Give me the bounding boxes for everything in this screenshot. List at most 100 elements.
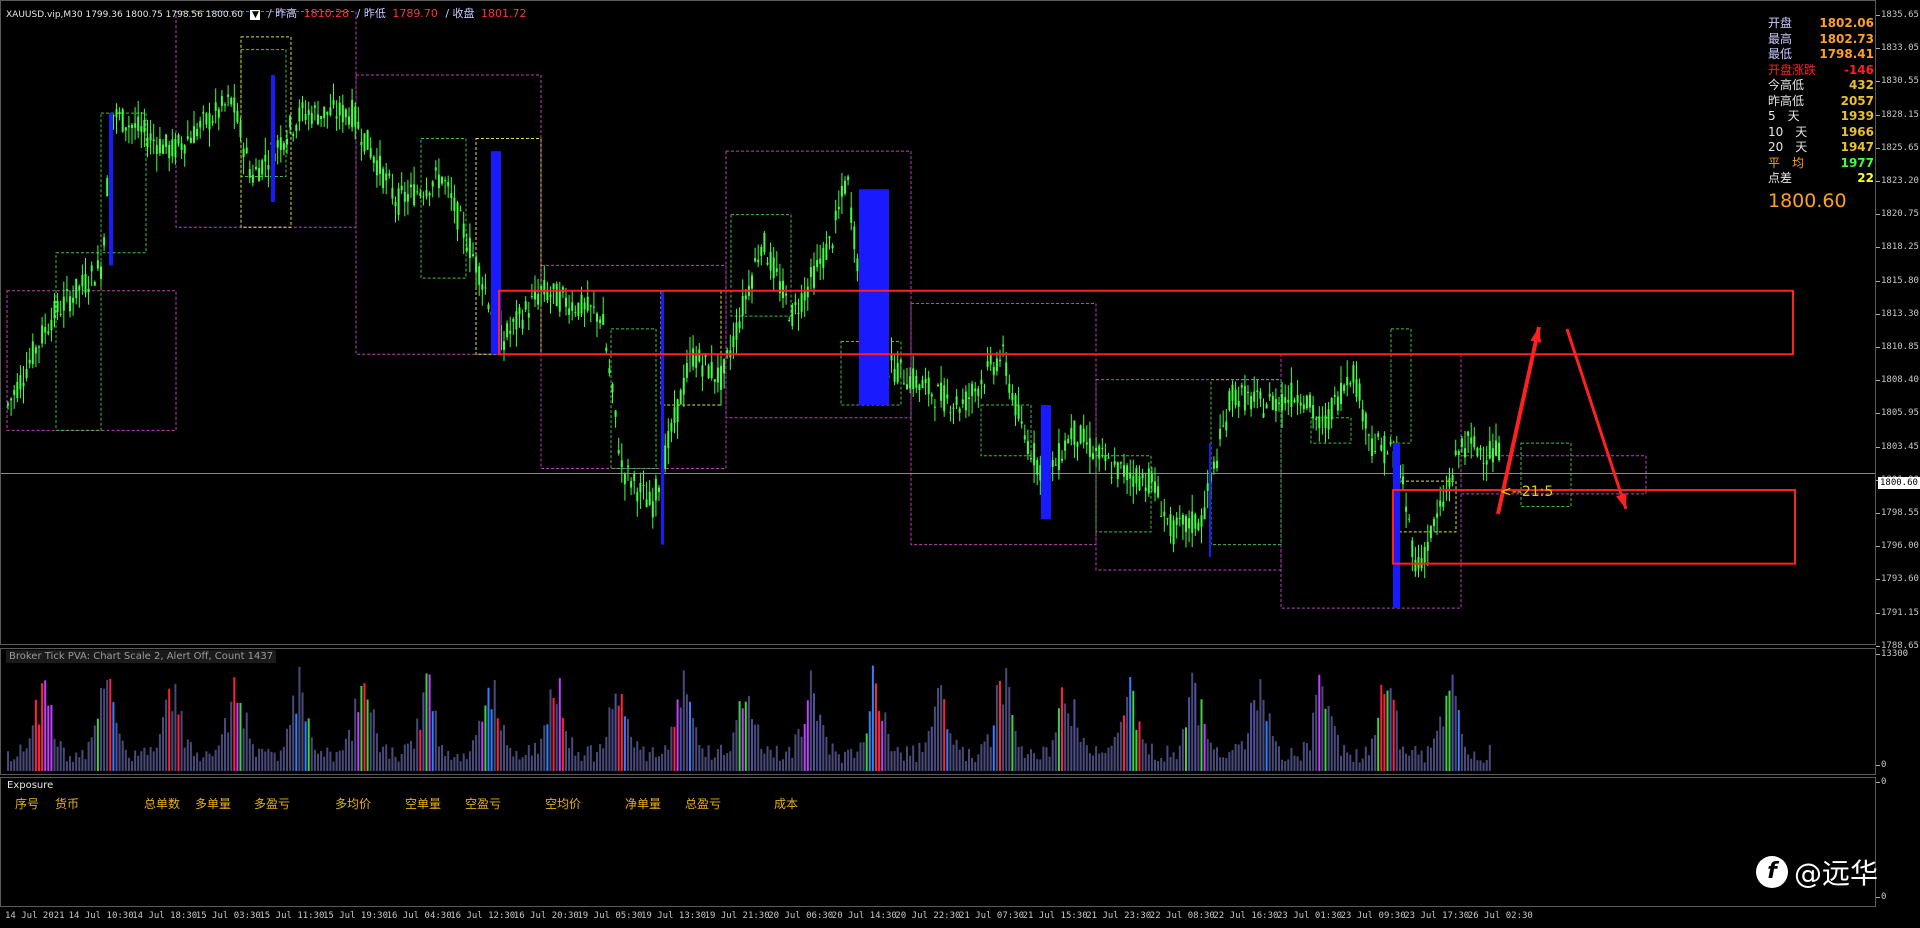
volume-bar: [1225, 758, 1228, 771]
candle-body: [220, 96, 223, 106]
candle-body: [1197, 522, 1200, 531]
volume-bar: [906, 746, 908, 771]
candle-body: [906, 384, 908, 390]
candle-body: [441, 177, 443, 184]
volume-bar: [937, 687, 939, 771]
candle-body: [106, 178, 109, 197]
volume-bar: [84, 759, 87, 771]
volume-bar: [1330, 716, 1333, 771]
volume-bar: [1256, 710, 1259, 771]
volume-bar: [902, 760, 905, 771]
candle-body: [1464, 448, 1466, 458]
candle-body: [1030, 458, 1032, 460]
session-box: [980, 404, 1032, 457]
candle-body: [1240, 385, 1243, 388]
candle-body: [400, 185, 403, 191]
candle-body: [38, 346, 40, 348]
exposure-axis[interactable]: 0 0: [1875, 777, 1920, 907]
candle-body: [332, 100, 335, 105]
volume-bar: [952, 744, 955, 771]
candle-body: [1271, 395, 1274, 410]
candle-body: [1082, 428, 1085, 443]
volume-bar: [1476, 760, 1479, 771]
candle-body: [552, 283, 555, 290]
dropdown-icon[interactable]: ▼: [250, 10, 261, 20]
candle-body: [205, 113, 208, 125]
candle-body: [592, 306, 595, 308]
volume-bar: [1181, 729, 1184, 771]
volume-bar: [645, 761, 648, 771]
volume-bar: [357, 712, 360, 771]
candle-body: [410, 184, 412, 188]
candle-body: [338, 102, 341, 116]
candle-body: [44, 327, 47, 333]
volume-bar: [571, 737, 574, 771]
time-tick-label: 22 Jul 08:30: [1149, 911, 1215, 921]
time-axis[interactable]: 14 Jul 2021 14 Jul 10:30 14 Jul 18:30 15 Ju…: [0, 907, 1876, 928]
price-tick-label: 1820.75: [1876, 209, 1919, 220]
candle-body: [1476, 447, 1479, 456]
candle-body: [549, 294, 552, 297]
candle-body: [723, 358, 726, 374]
volume-bar: [819, 714, 822, 771]
volume-bar: [968, 749, 970, 771]
volume-bar: [267, 748, 270, 771]
candle-body: [437, 174, 440, 189]
candle-body: [1200, 515, 1203, 527]
volume-bar: [1389, 688, 1392, 771]
volume-bar: [1482, 762, 1485, 771]
volume-bar: [577, 752, 580, 771]
volume-bar: [980, 744, 983, 771]
volume-bar: [1076, 727, 1079, 771]
volume-bar: [837, 754, 840, 771]
volume-axis[interactable]: 13300 0: [1875, 648, 1920, 775]
candle-body: [202, 112, 205, 114]
volume-bar: [372, 709, 375, 771]
candle-body: [1405, 506, 1408, 512]
price-axis[interactable]: 1835.65 1833.05 1830.55 1828.15 1825.65 1823.…: [1876, 0, 1920, 651]
exposure-column-header: 总单数: [144, 797, 181, 811]
info-key: 开盘涨跌: [1768, 62, 1817, 77]
volume-bar: [1414, 746, 1417, 771]
price-tick-label: 1796.00: [1876, 541, 1919, 552]
candle-body: [1054, 464, 1057, 466]
exposure-column-header: 成本: [774, 797, 799, 811]
exposure-column-header: 空单量: [405, 797, 442, 811]
volume-bar: [723, 755, 726, 771]
volume-bar: [986, 734, 989, 771]
candle-body: [1293, 399, 1296, 403]
candle-body: [1349, 383, 1352, 385]
candle-body: [1259, 391, 1262, 399]
volume-bar: [1364, 746, 1367, 771]
price-chart-pane[interactable]: [0, 0, 1876, 645]
volume-bar: [7, 751, 9, 771]
volume-bar: [933, 706, 936, 771]
price-tick-label: 1818.25: [1876, 242, 1919, 253]
volume-bar: [698, 744, 701, 771]
volume-bar: [1005, 668, 1008, 771]
candle-body: [617, 450, 620, 454]
volume-bar: [822, 725, 825, 771]
volume-bar: [949, 733, 952, 771]
candle-body: [264, 154, 267, 162]
candle-body: [757, 259, 760, 263]
volume-bar: [1116, 732, 1119, 771]
volume-bar: [332, 761, 335, 771]
volume-bar: [608, 707, 611, 771]
candle-body: [100, 266, 102, 279]
info-row: 开盘涨跌 -146: [1768, 63, 1874, 79]
volume-bar: [909, 755, 912, 771]
candle-body: [472, 254, 474, 257]
candle-body: [348, 116, 350, 125]
volume-bar: [825, 736, 828, 771]
volume-bar: [605, 736, 608, 771]
info-key: 开盘: [1768, 16, 1793, 30]
candle-body: [698, 349, 701, 362]
volume-bar: [96, 718, 99, 771]
exposure-title: Exposure: [7, 780, 54, 791]
volume-bar: [56, 746, 59, 771]
volume-bar: [1467, 754, 1470, 771]
feather-f-icon: f: [1756, 856, 1788, 888]
info-key: 20 天: [1768, 140, 1808, 154]
volume-indicator-pane[interactable]: [0, 648, 1876, 775]
